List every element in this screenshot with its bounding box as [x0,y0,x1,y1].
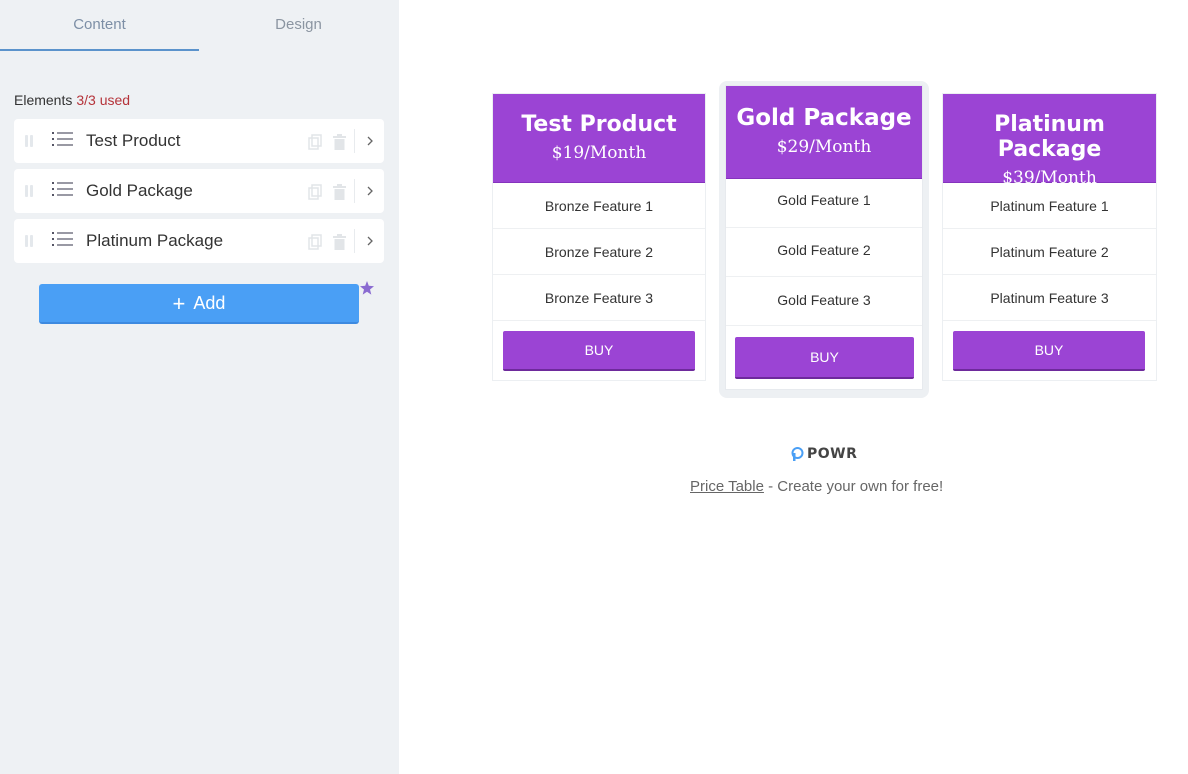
column-price: $19/Month [551,143,647,163]
footer-tagline-text: - Create your own for free! [763,478,944,495]
editor-panel: Content Design Elements 3/3 used Test Pro… [0,0,399,774]
feature-item: Platinum Feature 3 [943,275,1156,321]
price-column-test-product: Test Product $19/Month Bronze Feature 1 … [492,93,706,381]
chevron-right-icon[interactable] [365,133,375,149]
star-icon [360,281,374,295]
preview-area: Test Product $19/Month Bronze Feature 1 … [399,0,1188,774]
column-title: Platinum Package [994,112,1105,162]
list-icon [52,132,73,146]
trash-icon[interactable] [333,234,346,250]
list-icon [52,232,73,246]
feature-item: Bronze Feature 2 [493,229,705,275]
element-label: Platinum Package [86,231,224,250]
buy-button[interactable]: BUY [735,337,914,379]
tab-content[interactable]: Content [0,0,199,51]
drag-handle-icon[interactable] [25,185,33,197]
feature-item: Platinum Feature 1 [943,183,1156,229]
column-header: Platinum Package $39/Month [943,94,1156,188]
add-button-label: Add [193,293,226,313]
list-icon [52,182,73,196]
element-row-test-product[interactable]: Test Product [14,119,384,163]
copy-icon[interactable] [308,134,322,150]
copy-icon[interactable] [308,234,322,250]
feature-item: Platinum Feature 2 [943,229,1156,275]
column-title: Test Product [521,112,677,137]
footer-tagline: Price Table - Create your own for free! [690,478,943,495]
column-header: Test Product $19/Month [493,94,705,183]
column-price: $29/Month [776,137,872,157]
feature-item: Gold Feature 3 [726,277,922,326]
powr-logo-icon [791,447,804,461]
drag-handle-icon[interactable] [25,235,33,247]
trash-icon[interactable] [333,184,346,200]
feature-item: Gold Feature 2 [726,228,922,277]
add-element-button[interactable]: + Add [39,284,359,324]
column-title: Gold Package [736,105,912,131]
copy-icon[interactable] [308,184,322,200]
chevron-right-icon[interactable] [365,183,375,199]
column-header: Gold Package $29/Month [726,86,922,179]
element-label: Test Product [86,131,181,150]
drag-handle-icon[interactable] [25,135,33,147]
active-tab-underline [0,49,199,51]
elements-label: Elements [14,92,73,108]
elements-used-count: 3/3 used [76,92,131,108]
row-separator [354,229,355,253]
feature-item: Gold Feature 1 [726,179,922,228]
elements-heading: Elements 3/3 used [14,92,130,108]
price-table-link[interactable]: Price Table [690,478,764,495]
buy-button[interactable]: BUY [503,331,695,371]
feature-item: Bronze Feature 1 [493,183,705,229]
plus-icon: + [172,291,186,316]
price-column-platinum-package: Platinum Package $39/Month Platinum Feat… [942,93,1157,381]
powr-brand[interactable]: POWR [807,446,857,462]
tab-design[interactable]: Design [199,0,398,51]
editor-tabs: Content Design [0,0,399,51]
element-label: Gold Package [86,181,193,200]
row-separator [354,179,355,203]
buy-button[interactable]: BUY [953,331,1145,371]
price-column-gold-package: Gold Package $29/Month Gold Feature 1 Go… [725,85,923,390]
chevron-right-icon[interactable] [365,233,375,249]
element-row-platinum-package[interactable]: Platinum Package [14,219,384,263]
element-row-gold-package[interactable]: Gold Package [14,169,384,213]
feature-item: Bronze Feature 3 [493,275,705,321]
row-separator [354,129,355,153]
trash-icon[interactable] [333,134,346,150]
